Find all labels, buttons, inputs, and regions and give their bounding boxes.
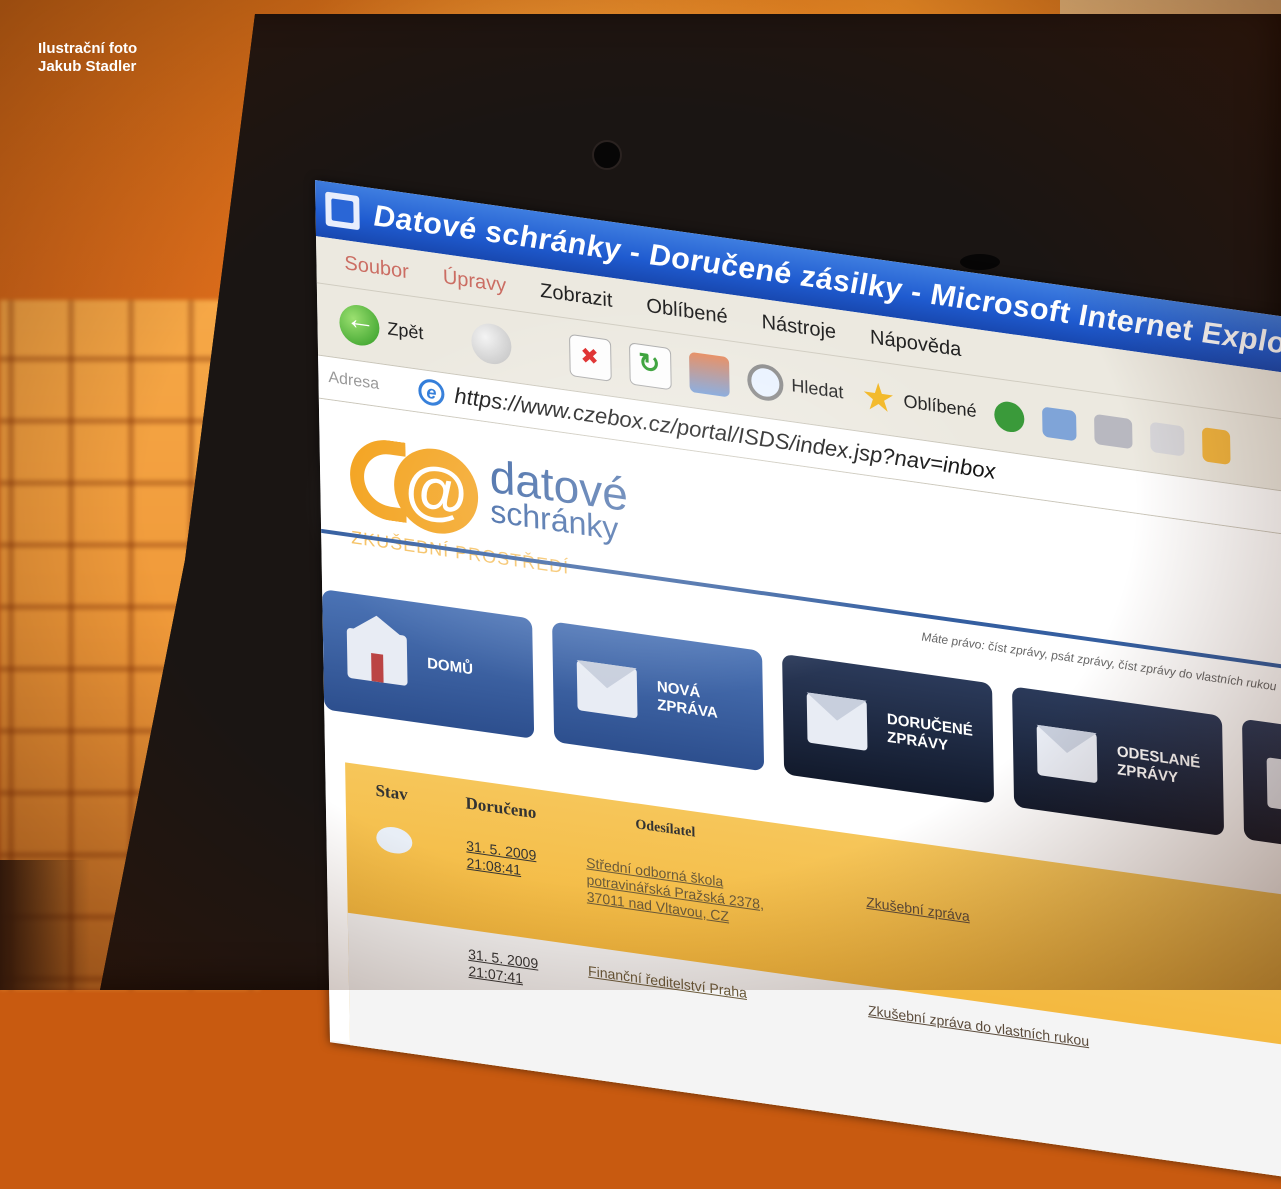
settings-icon [1266, 757, 1281, 816]
mail-icon[interactable] [1042, 406, 1077, 441]
photo-credit-line1: Ilustrační foto [38, 40, 138, 57]
web-page: @ datové schránky ZKUŠEBNÍ PROSTŘEDÍ Mát… [318, 398, 1281, 1189]
nav-new-line2: ZPRÁVA [657, 696, 718, 722]
ie-app-icon [325, 191, 360, 231]
favorites-button[interactable]: ★ Oblíbené [861, 374, 977, 430]
menu-help[interactable]: Nápověda [870, 326, 962, 362]
nav-new-message-button[interactable]: NOVÁ ZPRÁVA [552, 621, 765, 772]
nav-new-message-label: NOVÁ ZPRÁVA [657, 678, 718, 723]
menu-favorites[interactable]: Oblíbené [646, 294, 728, 328]
row-sender[interactable]: Střední odborná škola potravinářská Praž… [586, 854, 787, 933]
nav-inbox-button[interactable]: DORUČENÉ ZPRÁVY [782, 653, 995, 804]
nav-home-button[interactable]: DOMŮ [322, 589, 535, 739]
photo-credit: Ilustrační foto Jakub Stadler [38, 40, 137, 76]
col-sender: Odesílatel [635, 817, 696, 841]
menu-file[interactable]: Soubor [344, 252, 409, 284]
photo-credit-line2: Jakub Stadler [38, 58, 137, 75]
house-icon [346, 627, 408, 687]
favorites-label: Oblíbené [903, 390, 977, 422]
nav-home-label: DOMŮ [426, 654, 474, 679]
edit-icon[interactable] [1150, 421, 1185, 457]
ie-page-icon: e [418, 377, 445, 408]
envelope-state-icon [376, 824, 413, 856]
forward-arrow-icon[interactable] [471, 320, 512, 367]
back-arrow-icon [339, 301, 380, 348]
menu-view[interactable]: Zobrazit [540, 279, 613, 312]
address-label: Adresa [328, 368, 380, 394]
refresh-icon[interactable] [629, 341, 672, 390]
history-icon[interactable] [994, 399, 1025, 434]
nav-inbox-label: DORUČENÉ ZPRÁVY [887, 711, 973, 759]
webcam-icon [592, 140, 622, 170]
col-state: Stav [375, 780, 408, 805]
bezel-sensor [960, 254, 1000, 270]
messenger-icon[interactable] [1202, 426, 1231, 465]
row-date[interactable]: 31. 5. 2009 21:08:41 [466, 837, 537, 881]
dark-corner [0, 860, 90, 990]
search-button[interactable]: Hledat [747, 361, 844, 411]
site-logo[interactable]: @ datové schránky ZKUŠEBNÍ PROSTŘEDÍ [349, 429, 681, 606]
search-label: Hledat [791, 375, 844, 403]
home-icon[interactable] [689, 351, 730, 397]
menu-edit[interactable]: Úpravy [443, 266, 507, 298]
nav-sent-label: ODESLANÉ ZPRÁVY [1117, 743, 1201, 791]
nav-more-button[interactable] [1241, 718, 1281, 859]
stop-icon[interactable] [569, 333, 612, 382]
back-label: Zpět [387, 318, 424, 344]
outbox-icon [1036, 724, 1098, 784]
back-button[interactable]: Zpět [339, 301, 424, 354]
row-subject[interactable]: Zkušební zpráva [866, 894, 1106, 944]
logo-at-icon: @ [393, 443, 479, 540]
monitor-screen: Datové schránky - Doručené zásilky - Mic… [315, 180, 1281, 1189]
nav-sent-button[interactable]: ODESLANÉ ZPRÁVY [1012, 686, 1225, 837]
inbox-icon [806, 692, 868, 751]
print-icon[interactable] [1094, 413, 1133, 449]
search-icon [747, 361, 784, 403]
menu-tools[interactable]: Nástroje [761, 310, 836, 344]
envelope-icon [576, 659, 638, 719]
col-delivered: Doručeno [465, 793, 537, 823]
star-icon: ★ [861, 374, 896, 422]
